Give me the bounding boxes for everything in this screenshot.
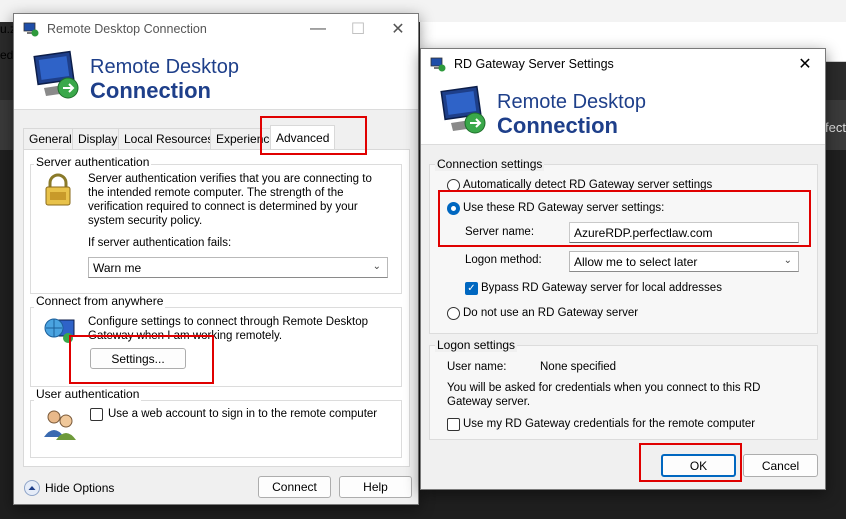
user-name-value: None specified	[540, 361, 617, 373]
web-account-checkbox[interactable]	[90, 408, 103, 421]
tab-advanced[interactable]: Advanced	[270, 125, 336, 149]
use-gateway-credentials-label: Use my RD Gateway credentials for the re…	[463, 418, 756, 430]
collapse-options-icon[interactable]	[24, 480, 40, 496]
title-bar[interactable]: Remote Desktop Connection — ☐ ✕	[14, 14, 418, 44]
group-title: Server authentication	[34, 155, 152, 169]
close-icon[interactable]: ✕	[785, 49, 825, 79]
globe-computer-icon	[44, 312, 78, 346]
logon-method-dropdown[interactable]: Allow me to select later ⌄	[569, 251, 799, 272]
connect-anywhere-description: Configure settings to connect through Re…	[88, 316, 368, 342]
group-title: User authentication	[34, 387, 142, 401]
rd-gateway-settings-window: RD Gateway Server Settings ✕ Remote Desk…	[420, 48, 826, 490]
auth-fail-dropdown[interactable]: Warn me ⌄	[88, 257, 388, 278]
credentials-note: You will be asked for credentials when y…	[447, 382, 761, 408]
title-bar[interactable]: RD Gateway Server Settings ✕	[421, 49, 825, 79]
use-these-settings-radio[interactable]	[447, 202, 460, 215]
group-title: Logon settings	[435, 338, 518, 352]
user-name-label: User name:	[447, 361, 507, 373]
tab-general[interactable]: General	[23, 128, 78, 149]
use-gateway-credentials-checkbox[interactable]	[447, 418, 460, 431]
auto-detect-radio[interactable]	[447, 179, 460, 192]
server-name-label: Server name:	[465, 226, 535, 238]
banner-title-line1: Remote Desktop	[497, 91, 646, 113]
do-not-use-radio[interactable]	[447, 307, 460, 320]
chevron-down-icon: ⌄	[783, 255, 792, 266]
maximize-icon[interactable]: ☐	[338, 14, 378, 44]
auto-detect-label: Automatically detect RD Gateway server s…	[463, 179, 713, 191]
logon-method-value: Allow me to select later	[574, 254, 698, 269]
web-account-label: Use a web account to sign in to the remo…	[108, 408, 378, 420]
server-name-input[interactable]: AzureRDP.perfectlaw.com	[569, 222, 799, 243]
cancel-button[interactable]: Cancel	[743, 454, 818, 477]
users-icon	[42, 407, 78, 441]
rdc-banner: Remote Desktop Connection	[14, 44, 418, 110]
ok-button[interactable]: OK	[661, 454, 736, 477]
lock-icon	[40, 172, 76, 208]
window-title: Remote Desktop Connection	[47, 22, 207, 36]
group-title: Connect from anywhere	[34, 294, 166, 308]
do-not-use-label: Do not use an RD Gateway server	[463, 307, 639, 319]
banner-title-line1: Remote Desktop	[90, 56, 239, 78]
remote-desktop-connection-window: Remote Desktop Connection — ☐ ✕ Remote D…	[13, 13, 419, 505]
window-title: RD Gateway Server Settings	[454, 57, 614, 71]
close-icon[interactable]: ✕	[378, 14, 418, 44]
tab-local-resources[interactable]: Local Resources	[118, 128, 220, 149]
auth-fail-value: Warn me	[93, 260, 142, 275]
background-text: ed	[0, 48, 14, 62]
hide-options-link[interactable]: Hide Options	[45, 481, 114, 495]
bypass-local-label: Bypass RD Gateway server for local addre…	[481, 282, 722, 294]
bypass-local-checkbox[interactable]: ✓	[465, 282, 478, 295]
remote-desktop-logo-icon	[437, 85, 493, 139]
tab-display[interactable]: Display	[72, 128, 124, 149]
remote-desktop-logo-icon	[30, 50, 86, 104]
banner-title-line2: Connection	[90, 78, 211, 103]
group-title: Connection settings	[435, 157, 545, 171]
chevron-down-icon: ⌄	[372, 261, 381, 272]
gateway-banner: Remote Desktop Connection	[421, 79, 825, 145]
rdc-app-icon	[23, 21, 39, 37]
auth-fail-label: If server authentication fails:	[88, 237, 232, 249]
help-button[interactable]: Help	[339, 476, 412, 498]
gateway-settings-button[interactable]: Settings...	[90, 348, 186, 369]
server-auth-description: Server authentication verifies that you …	[88, 173, 372, 227]
rdc-app-icon	[430, 56, 446, 72]
connect-button[interactable]: Connect	[258, 476, 331, 498]
banner-title-line2: Connection	[497, 113, 618, 138]
logon-method-label: Logon method:	[465, 254, 542, 266]
use-these-settings-label: Use these RD Gateway server settings:	[463, 202, 665, 214]
minimize-icon[interactable]: —	[298, 14, 338, 44]
